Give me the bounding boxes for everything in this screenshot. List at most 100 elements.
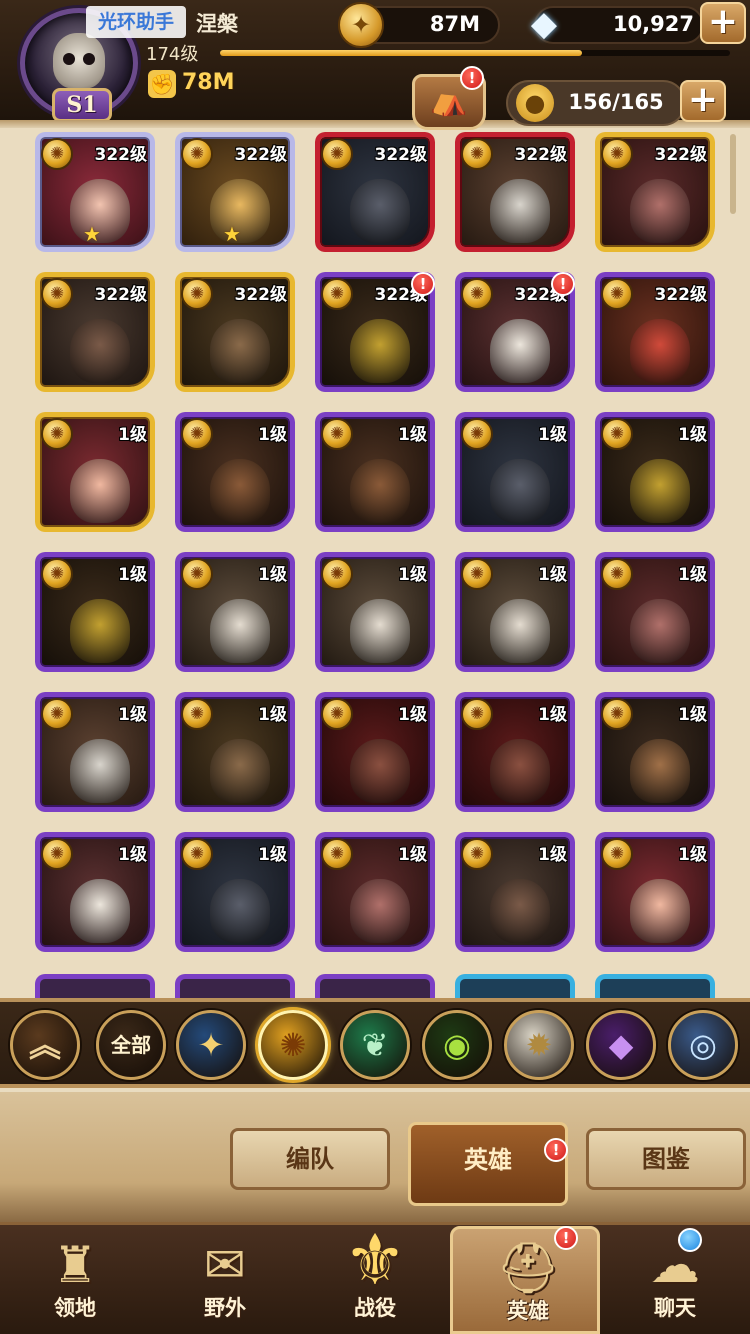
hero-level: 1级 xyxy=(118,565,147,585)
mauler-faction-icon: ✺ xyxy=(181,838,213,870)
hero-card[interactable]: ✺ 322级 xyxy=(595,272,715,392)
buy-gems-button[interactable]: + xyxy=(700,2,746,44)
castle-icon: ♜ xyxy=(52,1236,98,1294)
double-chevron-up-icon[interactable]: ︽ xyxy=(10,1010,80,1080)
mauler-faction-icon: ✺ xyxy=(461,278,493,310)
watermark: 光环助手 xyxy=(86,6,187,38)
mauler-sun-icon[interactable]: ✺ xyxy=(258,1010,328,1080)
nav-heroes-label: 英雄 xyxy=(507,1299,549,1323)
all-factions-icon[interactable]: 全部 xyxy=(96,1010,166,1080)
nav-wild[interactable]: ✉ 野外 xyxy=(150,1226,300,1334)
heroes-nav-notification-badge: ! xyxy=(554,1226,578,1250)
mauler-faction-icon: ✺ xyxy=(321,558,353,590)
nav-wild-label: 野外 xyxy=(204,1296,246,1320)
hero-card[interactable]: ✺ 1级 xyxy=(175,692,295,812)
hero-level: 1级 xyxy=(678,425,707,445)
hero-level: 1级 xyxy=(258,425,287,445)
tab-heroes[interactable]: 英雄 xyxy=(408,1122,568,1206)
hero-level: 1级 xyxy=(398,425,427,445)
hero-card[interactable]: ✺ 322级 xyxy=(455,132,575,252)
mauler-faction-icon: ✺ xyxy=(321,418,353,450)
hero-slots-value: 156/165 xyxy=(568,90,664,114)
mauler-faction-icon: ✺ xyxy=(601,138,633,170)
hero-level: 1级 xyxy=(678,845,707,865)
mauler-faction-icon: ✺ xyxy=(321,838,353,870)
hero-card[interactable]: ✺ 1级 xyxy=(595,412,715,532)
tab-formation[interactable]: 编队 xyxy=(230,1128,390,1190)
dimensional-shield-icon[interactable]: ◎ xyxy=(668,1010,738,1080)
hero-card[interactable]: ✺ 1级 xyxy=(315,552,435,672)
mauler-faction-icon: ✺ xyxy=(321,138,353,170)
hero-level: 1级 xyxy=(538,845,567,865)
hero-card[interactable]: ✺ 1级 xyxy=(35,412,155,532)
nav-heroes[interactable]: ⛑ 英雄 xyxy=(450,1226,600,1334)
season-badge: S1 xyxy=(52,88,112,122)
xp-bar-fill xyxy=(220,50,583,56)
hero-level: 1级 xyxy=(118,705,147,725)
hero-level: 322级 xyxy=(654,145,708,165)
mauler-faction-icon: ✺ xyxy=(321,698,353,730)
hero-card[interactable]: ✺ 1级 xyxy=(175,552,295,672)
hero-card[interactable]: ✺ 322级 ★ xyxy=(35,132,155,252)
wilder-leaf-icon[interactable]: ❦ xyxy=(340,1010,410,1080)
hero-card[interactable]: ✺ 322级! xyxy=(315,272,435,392)
tab-codex[interactable]: 图鉴 xyxy=(586,1128,746,1190)
hero-card[interactable]: ✺ 1级 xyxy=(175,412,295,532)
hero-card[interactable]: ✺ 322级 xyxy=(175,272,295,392)
hero-card[interactable]: ✺ 1级 xyxy=(595,832,715,952)
expand-slots-button[interactable]: + xyxy=(680,80,726,122)
star-icon: ★ xyxy=(223,222,241,246)
hero-level: 1级 xyxy=(258,705,287,725)
mauler-faction-icon: ✺ xyxy=(181,138,213,170)
nav-territory[interactable]: ♜ 领地 xyxy=(0,1226,150,1334)
hero-level: 1级 xyxy=(538,425,567,445)
hero-card[interactable]: ✺ 1级 xyxy=(35,832,155,952)
hero-level: 1级 xyxy=(398,705,427,725)
hero-card[interactable]: ✺ 1级 xyxy=(455,692,575,812)
hero-grid[interactable]: ✺ 322级 ★ ✺ 322级 ★ ✺ 322级 ✺ 322级 ✺ 322级 ✺ 322级 ✺ 322级 ✺ 32… xyxy=(0,128,750,998)
hero-card[interactable]: ✺ 1级 xyxy=(595,552,715,672)
hero-card[interactable]: ✺ 322级 xyxy=(595,132,715,252)
combat-power: 78M xyxy=(182,70,235,95)
scroll-map-icon: ✉ xyxy=(204,1236,246,1294)
nav-campaign[interactable]: ⚜ 战役 xyxy=(300,1219,450,1334)
hero-notification-badge: ! xyxy=(551,272,575,296)
hero-level: 1级 xyxy=(678,565,707,585)
hero-card[interactable]: ✺ 1级 xyxy=(455,552,575,672)
hero-card[interactable]: ✺ 322级 xyxy=(315,132,435,252)
hero-card[interactable]: ✺ 1级 xyxy=(35,552,155,672)
mauler-faction-icon: ✺ xyxy=(601,838,633,870)
hero-card[interactable]: ✺ 1级 xyxy=(595,692,715,812)
hero-card[interactable]: ✺ 1级 xyxy=(455,832,575,952)
heroes-tab-notification-badge: ! xyxy=(544,1138,568,1162)
mauler-faction-icon: ✺ xyxy=(601,698,633,730)
gold-value: 87M xyxy=(429,12,480,36)
gem-value: 10,927 xyxy=(612,12,694,36)
nav-chat[interactable]: ☁ 聊天 xyxy=(600,1226,750,1334)
mauler-faction-icon: ✺ xyxy=(461,838,493,870)
mauler-faction-icon: ✺ xyxy=(41,558,73,590)
celestial-burst-icon[interactable]: ✹ xyxy=(504,1010,574,1080)
hero-card[interactable]: ✺ 322级 ★ xyxy=(175,132,295,252)
mauler-faction-icon: ✺ xyxy=(601,278,633,310)
scrollbar-thumb[interactable] xyxy=(730,134,736,214)
hero-card[interactable]: ✺ 1级 xyxy=(175,832,295,952)
hero-card[interactable]: ✺ 1级 xyxy=(455,412,575,532)
hero-card[interactable]: ✺ 322级! xyxy=(455,272,575,392)
avatar-skull-portrait xyxy=(53,33,105,89)
hero-level: 322级 xyxy=(94,285,148,305)
hero-card[interactable]: ✺ 1级 xyxy=(315,832,435,952)
chat-notification-dot xyxy=(678,1228,702,1252)
hypogean-demon-icon[interactable]: ◆ xyxy=(586,1010,656,1080)
hero-card[interactable]: ✺ 322级 xyxy=(35,272,155,392)
graveborn-eye-icon[interactable]: ◉ xyxy=(422,1010,492,1080)
mauler-faction-icon: ✺ xyxy=(461,138,493,170)
hero-card[interactable]: ✺ 1级 xyxy=(315,692,435,812)
mauler-faction-icon: ✺ xyxy=(41,698,73,730)
mauler-faction-icon: ✺ xyxy=(181,278,213,310)
lightbearer-star-icon[interactable]: ✦ xyxy=(176,1010,246,1080)
hero-card[interactable]: ✺ 1级 xyxy=(315,412,435,532)
hero-card[interactable]: ✺ 1级 xyxy=(35,692,155,812)
mauler-faction-icon: ✺ xyxy=(181,558,213,590)
hero-level: 1级 xyxy=(118,425,147,445)
